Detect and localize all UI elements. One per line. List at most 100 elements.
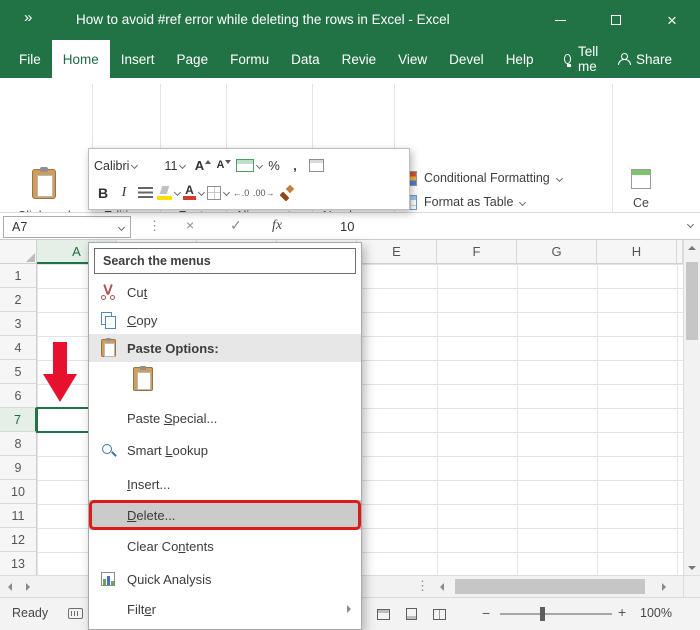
close-button[interactable]: × xyxy=(644,0,700,40)
row-header-4[interactable]: 4 xyxy=(0,336,37,360)
font-name-dropdown[interactable]: Calibri xyxy=(94,154,156,178)
format-table-button[interactable] xyxy=(307,154,325,178)
context-menu-search[interactable] xyxy=(94,248,356,274)
share-button[interactable]: Share xyxy=(610,40,680,78)
row-header-3[interactable]: 3 xyxy=(0,312,37,336)
menu-item-label: Quick Analysis xyxy=(127,571,212,587)
minimize-button[interactable] xyxy=(532,0,588,40)
row-header-9[interactable]: 9 xyxy=(0,456,37,480)
menu-item-quick-analysis[interactable]: Quick Analysis xyxy=(89,565,361,593)
enter-check-icon[interactable]: ✓ xyxy=(230,218,242,232)
sheet-scroll-right-icon[interactable] xyxy=(26,583,30,591)
menu-item-clear-contents[interactable]: Clear Contents xyxy=(89,532,361,560)
row-header-13[interactable]: 13 xyxy=(0,552,37,576)
quick-access-toolbar-icon[interactable]: » xyxy=(24,9,32,26)
menu-item-smart-lookup[interactable]: Smart Lookup xyxy=(89,436,361,464)
search-input[interactable] xyxy=(95,249,355,273)
column-header-G[interactable]: G xyxy=(517,240,597,264)
bold-button[interactable]: B xyxy=(94,181,112,205)
menu-item-insert[interactable]: Insert... xyxy=(89,470,361,498)
font-size-dropdown[interactable]: 11 xyxy=(159,154,191,178)
chevron-down-icon[interactable] xyxy=(117,223,126,232)
row-header-12[interactable]: 12 xyxy=(0,528,37,552)
decrease-decimal-button[interactable]: .00→ xyxy=(253,181,275,205)
tab-data[interactable]: Data xyxy=(280,40,331,78)
comma-style-button[interactable]: , xyxy=(286,154,304,178)
page-layout-view-button[interactable] xyxy=(400,604,422,624)
vertical-scrollbar[interactable] xyxy=(683,240,700,575)
zoom-out-button[interactable]: − xyxy=(482,605,490,621)
row-header-8[interactable]: 8 xyxy=(0,432,37,456)
menu-item-paste-special[interactable]: Paste Special... xyxy=(89,404,361,432)
cancel-icon[interactable]: × xyxy=(186,218,194,232)
scroll-down-icon[interactable] xyxy=(688,566,696,570)
tab-developer[interactable]: Devel xyxy=(438,40,495,78)
context-menu: Cut Copy Paste Options: Paste Special...… xyxy=(88,242,362,630)
row-header-7[interactable]: 7 xyxy=(0,408,37,432)
tab-formulas[interactable]: Formu xyxy=(219,40,280,78)
paste-button[interactable] xyxy=(18,162,70,206)
column-header-E[interactable]: E xyxy=(357,240,437,264)
scroll-left-icon[interactable] xyxy=(440,583,444,591)
chevron-down-icon xyxy=(131,161,139,170)
column-header-H[interactable]: H xyxy=(597,240,677,264)
decrease-font-size-button[interactable]: A xyxy=(215,154,233,178)
tab-insert[interactable]: Insert xyxy=(110,40,166,78)
format-painter-button[interactable] xyxy=(278,181,296,205)
horizontal-scrollbar-thumb[interactable] xyxy=(455,579,645,594)
cells-group-button[interactable] xyxy=(628,166,654,192)
borders-button[interactable] xyxy=(207,181,231,205)
macro-record-icon[interactable] xyxy=(68,608,83,619)
align-button[interactable] xyxy=(136,181,154,205)
sheet-scroll-left-icon[interactable] xyxy=(8,583,12,591)
percent-style-button[interactable]: % xyxy=(265,154,283,178)
increase-decimal-button[interactable]: ←.0 xyxy=(232,181,250,205)
zoom-in-button[interactable]: + xyxy=(618,604,626,620)
maximize-button[interactable] xyxy=(588,0,644,40)
zoom-slider-track[interactable] xyxy=(500,613,612,615)
zoom-level-label[interactable]: 100% xyxy=(640,606,672,620)
name-box[interactable]: A7 xyxy=(3,216,131,238)
row-header-5[interactable]: 5 xyxy=(0,360,37,384)
zoom-slider-thumb[interactable] xyxy=(540,607,545,621)
paste-option-button[interactable] xyxy=(89,362,361,396)
normal-view-icon xyxy=(376,608,390,620)
menu-item-filter[interactable]: Filter xyxy=(89,595,361,623)
row-header-10[interactable]: 10 xyxy=(0,480,37,504)
menu-item-copy[interactable]: Copy xyxy=(89,306,361,334)
menu-item-cut[interactable]: Cut xyxy=(89,278,361,306)
conditional-formatting-button[interactable]: Conditional Formatting xyxy=(402,166,607,190)
font-color-button[interactable]: A xyxy=(183,181,206,205)
tab-page-layout[interactable]: Page xyxy=(166,40,220,78)
increase-font-size-button[interactable]: A xyxy=(194,154,212,178)
row-header-1[interactable]: 1 xyxy=(0,264,37,288)
annotation-arrow xyxy=(43,342,77,402)
menu-item-paste-options[interactable]: Paste Options: xyxy=(89,334,361,362)
tell-me-button[interactable]: Tell me xyxy=(556,40,610,78)
formula-bar-value[interactable]: 10 xyxy=(340,219,354,234)
format-as-table-button[interactable]: Format as Table xyxy=(402,190,607,214)
menu-item-delete[interactable]: Delete... xyxy=(89,500,361,530)
vertical-scrollbar-thumb[interactable] xyxy=(686,262,698,340)
insert-function-icon[interactable]: fx xyxy=(272,218,282,234)
row-header-11[interactable]: 11 xyxy=(0,504,37,528)
normal-view-button[interactable] xyxy=(372,604,394,624)
tab-home[interactable]: Home xyxy=(51,40,110,78)
row-header-2[interactable]: 2 xyxy=(0,288,37,312)
select-all-corner[interactable] xyxy=(0,240,37,264)
tab-view[interactable]: View xyxy=(387,40,438,78)
tab-file[interactable]: File xyxy=(8,40,52,78)
tab-review[interactable]: Revie xyxy=(331,40,388,78)
tab-help[interactable]: Help xyxy=(495,40,545,78)
scroll-up-icon[interactable] xyxy=(688,246,696,250)
column-header-F[interactable]: F xyxy=(437,240,517,264)
merge-center-button[interactable] xyxy=(236,154,264,178)
scroll-right-icon[interactable] xyxy=(662,583,666,591)
expand-formula-bar-icon[interactable] xyxy=(686,220,695,229)
scrollbar-splitter-icon[interactable]: ⋮ xyxy=(416,578,429,594)
row-header-6[interactable]: 6 xyxy=(0,384,37,408)
italic-button[interactable]: I xyxy=(115,181,133,205)
fill-color-button[interactable] xyxy=(157,181,182,205)
formula-bar-splitter-icon[interactable]: ⋮ xyxy=(148,218,161,234)
page-break-view-button[interactable] xyxy=(428,604,450,624)
